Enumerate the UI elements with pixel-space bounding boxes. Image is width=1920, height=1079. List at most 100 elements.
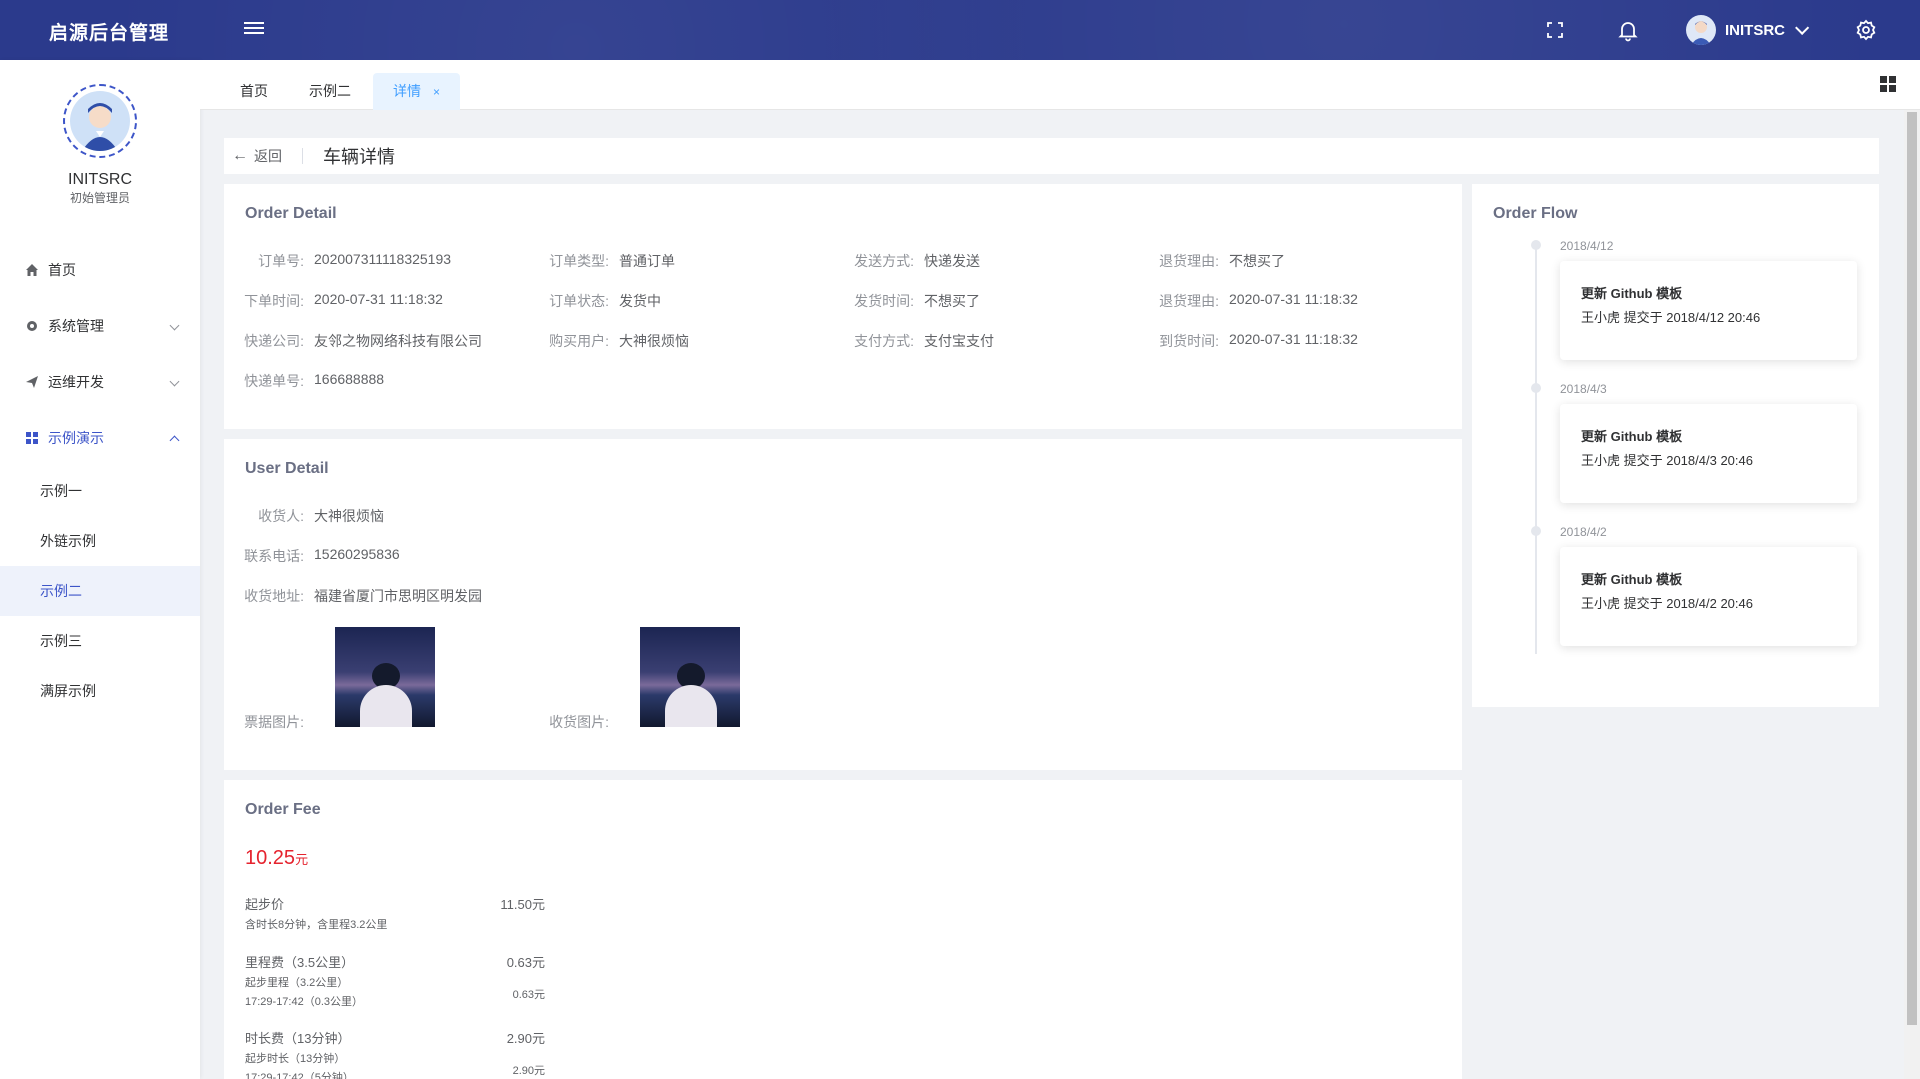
sidebar-item-label: 首页 [48, 262, 76, 278]
back-button[interactable]: ← 返回 [232, 146, 282, 166]
fee-sub-2: 17:29-17:42（0.3公里） [245, 996, 364, 1008]
header-username: INITSRC [1725, 21, 1785, 39]
field-buyer: 购买用户: 大神很烦恼 [529, 331, 689, 351]
field-value: 福建省厦门市思明区明发园 [314, 588, 482, 604]
profile-role: 初始管理员 [69, 191, 130, 205]
tab-home[interactable]: 首页 [220, 73, 288, 110]
field-label: 订单号: [258, 253, 304, 269]
field-value: 快递发送 [924, 253, 980, 269]
profile-avatar [63, 84, 137, 158]
tab-label: 详情 [393, 83, 421, 99]
receipt-image[interactable] [335, 627, 435, 727]
field-value: 不想买了 [924, 293, 980, 309]
timeline-card-title: 更新 Github 模板 [1581, 429, 1683, 444]
chevron-down-icon [169, 320, 180, 331]
fee-total-unit: 元 [295, 852, 309, 867]
sidebar-subitem-example3[interactable]: 示例三 [0, 616, 200, 666]
order-fee-card: Order Fee 10.25元 起步价 含时长8分钟，含里程3.2公里 11.… [224, 780, 1462, 1079]
delivery-image[interactable] [640, 627, 740, 727]
fee-sub: 起步里程（3.2公里） [245, 977, 349, 989]
order-detail-card: Order Detail 订单号: 202007311118325193 订单类型… [224, 184, 1462, 429]
fee-amount-2: 2.90元 [512, 1065, 545, 1077]
user-detail-card: User Detail 收货人: 大神很烦恼 联系电话: 15260295836 收… [224, 439, 1462, 770]
tabs-bar: 首页 示例二 详情 × [200, 60, 1920, 110]
field-return-reason: 退货理由: 不想买了 [1139, 251, 1285, 271]
fee-amount: 2.90元 [506, 1031, 545, 1046]
main-scrollbar[interactable] [1904, 110, 1920, 1079]
fee-sub: 起步时长（13分钟） [245, 1053, 346, 1065]
back-label: 返回 [254, 148, 282, 164]
field-value: 15260295836 [314, 546, 400, 562]
field-value: 大神很烦恼 [619, 333, 689, 349]
field-courier: 快递公司: 友邻之物网络科技有限公司 [224, 331, 482, 351]
tab-example2[interactable]: 示例二 [289, 73, 371, 110]
timeline-card-desc: 王小虎 提交于 2018/4/3 20:46 [1581, 453, 1753, 468]
field-tracking-no: 快递单号: 166688888 [224, 371, 384, 391]
menu-toggle-icon[interactable] [244, 19, 264, 39]
field-label: 票据图片: [244, 714, 304, 730]
fullscreen-icon[interactable] [1543, 18, 1567, 42]
field-label: 退货理由: [1159, 293, 1219, 309]
sidebar-subitem-external[interactable]: 外链示例 [0, 516, 200, 566]
user-detail-title: User Detail [245, 460, 329, 477]
field-value: 2020-07-31 11:18:32 [314, 291, 443, 307]
home-icon [24, 262, 40, 278]
scrollbar-thumb[interactable] [1907, 112, 1917, 1025]
sidebar: INITSRC 初始管理员 首页 系统管理 运维开发 示例演示 示例一 外链示例… [0, 60, 200, 1079]
sidebar-nav: 首页 系统管理 运维开发 示例演示 示例一 外链示例 示例二 示例三 满屏示例 [0, 242, 200, 716]
field-label: 快递公司: [244, 333, 304, 349]
sidebar-item-devops[interactable]: 运维开发 [0, 354, 200, 410]
chevron-down-icon [169, 376, 180, 387]
brand-title: 启源后台管理 [49, 23, 170, 44]
delivery-image-label: 收货图片: [529, 712, 619, 732]
tab-label: 示例二 [309, 83, 351, 99]
page-header: ← 返回 车辆详情 [224, 138, 1879, 174]
order-flow-card: Order Flow 2018/4/12 更新 Github 模板 王小虎 提交… [1472, 184, 1879, 707]
sidebar-subitem-example1[interactable]: 示例一 [0, 466, 200, 516]
field-return-reason-2: 退货理由: 2020-07-31 11:18:32 [1139, 291, 1358, 311]
sidebar-subitem-fullscreen[interactable]: 满屏示例 [0, 666, 200, 716]
sidebar-item-examples[interactable]: 示例演示 [0, 410, 200, 466]
timeline-card-desc: 王小虎 提交于 2018/4/2 20:46 [1581, 596, 1753, 611]
field-order-no: 订单号: 202007311118325193 [224, 251, 451, 271]
field-label: 购买用户: [549, 333, 609, 349]
fee-total-value: 10.25 [245, 847, 296, 869]
user-menu[interactable]: INITSRC [1686, 14, 1810, 46]
field-value: 166688888 [314, 371, 385, 387]
field-label: 收货地址: [244, 588, 304, 604]
chevron-down-icon [1795, 20, 1810, 35]
order-detail-title: Order Detail [245, 205, 337, 222]
sidebar-item-label: 系统管理 [48, 318, 104, 334]
field-label: 发送方式: [854, 253, 914, 269]
field-label: 支付方式: [854, 333, 914, 349]
field-label: 收货人: [258, 508, 304, 524]
tabs-menu-icon[interactable] [1880, 76, 1896, 92]
sidebar-item-home[interactable]: 首页 [0, 242, 200, 298]
field-label: 到货时间: [1159, 333, 1219, 349]
bell-icon[interactable] [1616, 18, 1640, 42]
sidebar-item-label: 运维开发 [48, 374, 104, 390]
sidebar-item-system[interactable]: 系统管理 [0, 298, 200, 354]
close-icon[interactable]: × [433, 85, 440, 99]
timeline-card: 更新 Github 模板 王小虎 提交于 2018/4/3 20:46 [1560, 404, 1857, 503]
timeline-card: 更新 Github 模板 王小虎 提交于 2018/4/12 20:46 [1560, 261, 1857, 360]
timeline-date: 2018/4/12 [1560, 239, 1614, 253]
field-ship-time: 发货时间: 不想买了 [834, 291, 980, 311]
tab-detail[interactable]: 详情 × [373, 73, 461, 110]
chevron-up-icon [169, 435, 180, 446]
sidebar-subitem-example2[interactable]: 示例二 [0, 566, 200, 616]
gear-icon[interactable] [1854, 18, 1878, 42]
top-header: 启源后台管理 INITSRC [0, 0, 1920, 60]
timeline-card-title: 更新 Github 模板 [1581, 286, 1683, 301]
fee-amount: 11.50元 [500, 897, 545, 912]
fee-total: 10.25元 [245, 847, 308, 870]
field-payment: 支付方式: 支付宝支付 [834, 331, 994, 351]
fee-name: 时长费（13分钟） [245, 1031, 351, 1046]
field-value: 2020-07-31 11:18:32 [1229, 331, 1358, 347]
field-label: 快递单号: [244, 373, 304, 389]
fee-sub: 含时长8分钟，含里程3.2公里 [245, 919, 388, 931]
field-label: 下单时间: [244, 293, 304, 309]
field-receiver: 收货人: 大神很烦恼 [224, 506, 384, 526]
field-order-status: 订单状态: 发货中 [529, 291, 661, 311]
gear-icon [24, 318, 40, 334]
